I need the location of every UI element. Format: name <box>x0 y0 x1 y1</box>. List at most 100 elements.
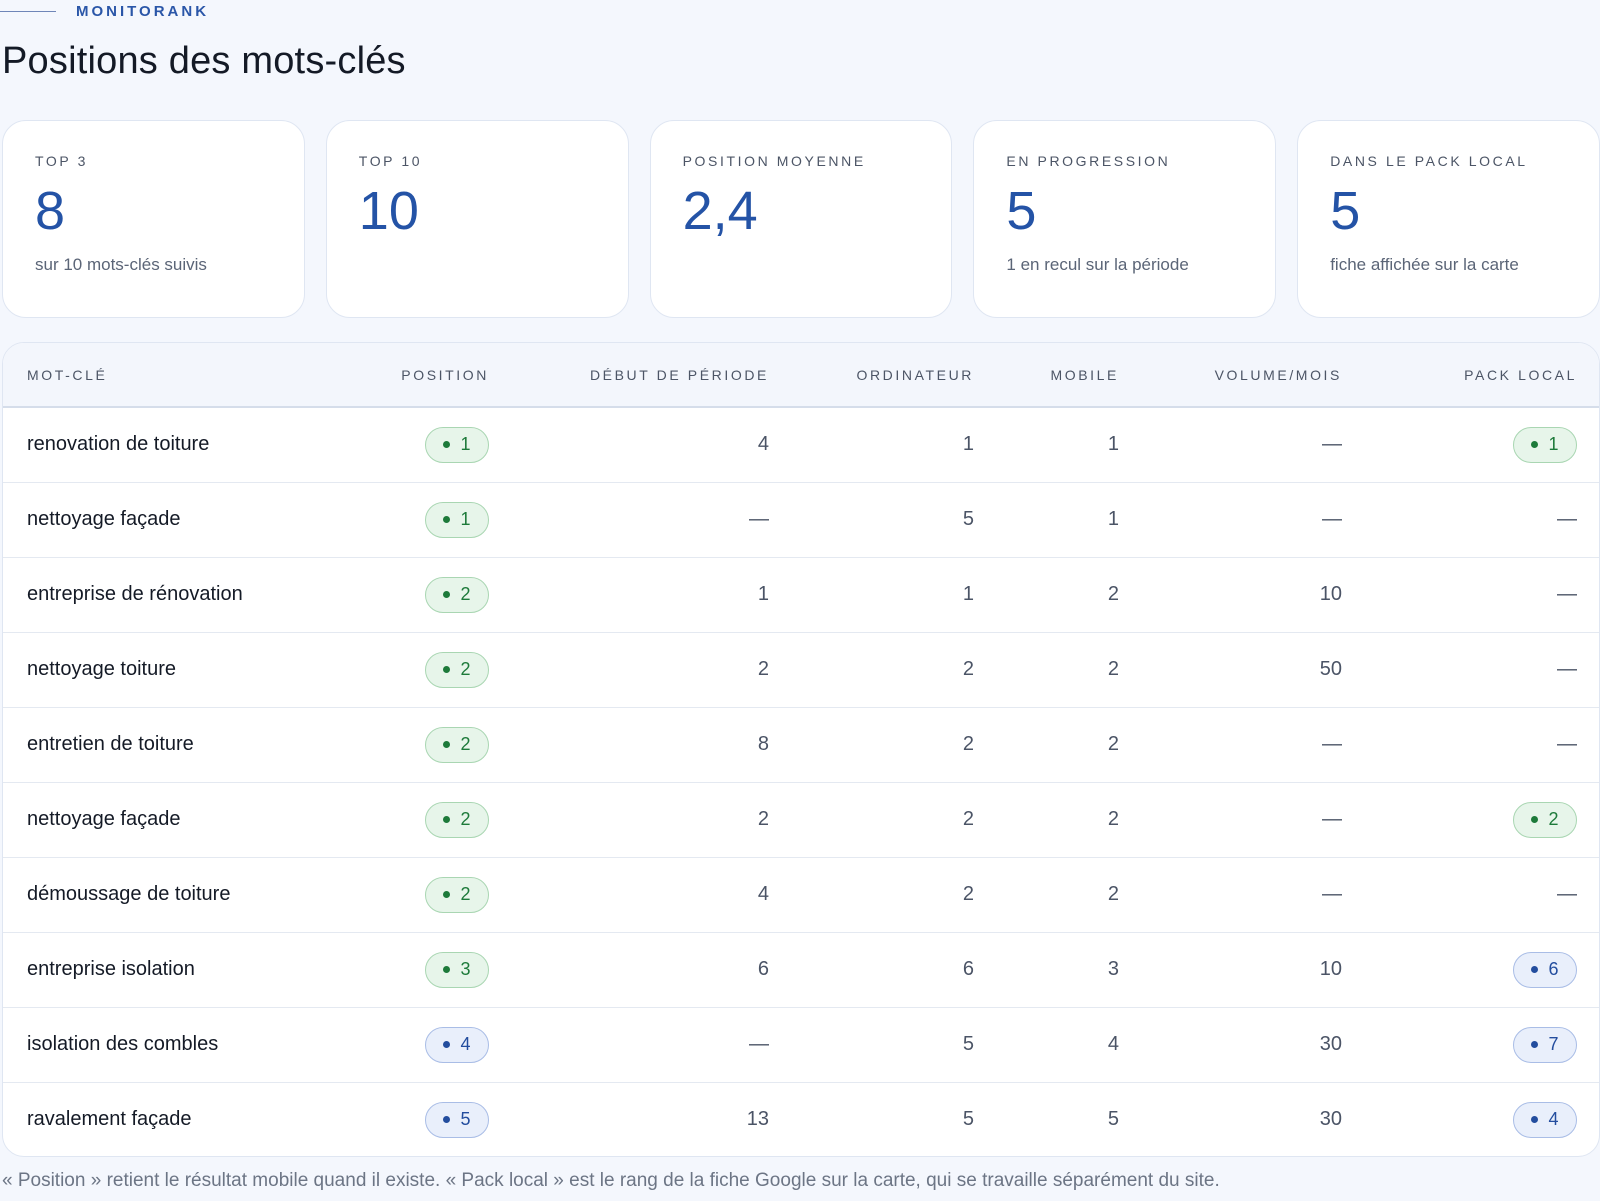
stat-value: 2,4 <box>682 181 758 241</box>
table-row[interactable]: entreprise isolation 3 6 6 3 10 6 <box>3 932 1599 1007</box>
status-dot-icon <box>443 966 451 973</box>
table-row[interactable]: nettoyage toiture 2 2 2 2 50 — <box>3 632 1599 707</box>
stat-label: EN PROGRESSION <box>1006 153 1171 169</box>
col-header-mobile[interactable]: MOBILE <box>998 343 1143 407</box>
table-row[interactable]: renovation de toiture 1 4 1 1 — 1 <box>3 407 1599 482</box>
position-value: 1 <box>460 434 471 455</box>
position-badge: 5 <box>425 1101 489 1138</box>
pack-local-cell: — <box>1366 707 1599 782</box>
table-row[interactable]: isolation des combles 4 — 5 4 30 7 <box>3 1007 1599 1082</box>
stat-caption: 1 en recul sur la période <box>1006 255 1189 274</box>
col-header-position[interactable]: POSITION <box>303 343 513 407</box>
position-badge: 1 <box>425 501 489 538</box>
status-dot-icon <box>443 891 451 898</box>
keyword-cell: renovation de toiture <box>27 433 210 456</box>
status-dot-icon <box>443 441 451 449</box>
table-row[interactable]: entreprise de rénovation 2 1 1 2 10 — <box>3 557 1599 632</box>
start-cell: 8 <box>757 733 769 755</box>
position-badge: 1 <box>425 426 489 463</box>
mobile-cell: 4 <box>1107 1033 1119 1055</box>
pack-local-cell: — <box>1366 857 1599 932</box>
brand-name: MONITORANK <box>76 2 210 20</box>
col-header-volume[interactable]: VOLUME/MOIS <box>1143 343 1366 407</box>
pack-local-empty: — <box>1557 883 1577 905</box>
stat-card: TOP 3 8 sur 10 mots-clés suivis <box>2 120 305 318</box>
volume-cell: — <box>1322 808 1342 830</box>
position-badge: 2 <box>425 576 489 613</box>
table-row[interactable]: nettoyage façade 2 2 2 2 — 2 <box>3 782 1599 857</box>
status-dot-icon <box>443 1041 451 1048</box>
stat-label: TOP 10 <box>358 153 423 169</box>
stat-card: TOP 10 10 <box>325 120 629 318</box>
mobile-cell: 2 <box>1107 733 1119 755</box>
position-badge: 4 <box>425 1026 489 1063</box>
pack-local-cell: 4 <box>1366 1082 1599 1156</box>
pack-local-empty: — <box>1557 733 1577 755</box>
col-header-pack-local[interactable]: PACK LOCAL <box>1366 343 1599 407</box>
keyword-cell: démoussage de toiture <box>27 883 231 905</box>
stat-card: EN PROGRESSION 5 1 en recul sur la période <box>973 120 1277 318</box>
start-cell: 2 <box>757 658 769 680</box>
mobile-cell: 2 <box>1107 658 1119 680</box>
table-row[interactable]: ravalement façade 5 13 5 5 30 4 <box>3 1082 1599 1156</box>
position-value: 5 <box>460 1109 471 1130</box>
stat-value: 10 <box>358 181 419 241</box>
pack-local-value: 4 <box>1548 1109 1559 1130</box>
keyword-cell: entreprise isolation <box>27 958 195 980</box>
pack-local-value: 2 <box>1548 809 1559 829</box>
status-dot-icon <box>1531 441 1539 449</box>
brand-header: MONITORANK <box>0 0 209 22</box>
keyword-table-card: MOT-CLÉ POSITION DÉBUT DE PÉRIODE ORDINA… <box>2 342 1600 1157</box>
pack-local-value: 1 <box>1548 434 1559 455</box>
position-cell: 2 <box>303 857 513 932</box>
position-value: 2 <box>460 734 471 754</box>
status-dot-icon <box>443 591 451 598</box>
col-header-start[interactable]: DÉBUT DE PÉRIODE <box>513 343 793 407</box>
mobile-cell: 1 <box>1107 508 1119 530</box>
keyword-cell: isolation des combles <box>27 1033 219 1055</box>
pack-local-cell: 1 <box>1366 407 1599 482</box>
position-badge: 2 <box>425 876 489 913</box>
keyword-table: MOT-CLÉ POSITION DÉBUT DE PÉRIODE ORDINA… <box>3 343 1599 1156</box>
status-dot-icon <box>443 816 451 823</box>
position-value: 2 <box>460 809 471 829</box>
volume-cell: — <box>1322 433 1342 456</box>
volume-cell: — <box>1322 733 1342 755</box>
volume-cell: 10 <box>1319 958 1342 980</box>
keyword-cell: nettoyage façade <box>27 808 181 830</box>
col-header-keyword[interactable]: MOT-CLÉ <box>3 343 303 407</box>
desktop-cell: 6 <box>962 958 974 980</box>
position-badge: 2 <box>425 726 489 763</box>
stats-row: TOP 3 8 sur 10 mots-clés suivis TOP 10 10 POS… <box>2 120 1600 318</box>
stat-caption: fiche affichée sur la carte <box>1330 255 1519 274</box>
table-row[interactable]: démoussage de toiture 2 4 2 2 — — <box>3 857 1599 932</box>
stat-label: DANS LE PACK LOCAL <box>1330 153 1528 169</box>
desktop-cell: 2 <box>962 808 974 830</box>
table-row[interactable]: entretien de toiture 2 8 2 2 — — <box>3 707 1599 782</box>
position-value: 4 <box>460 1034 471 1054</box>
desktop-cell: 2 <box>962 658 974 680</box>
desktop-cell: 2 <box>962 883 974 905</box>
status-dot-icon <box>1531 1116 1539 1124</box>
start-cell: 4 <box>757 433 769 456</box>
volume-cell: — <box>1322 508 1342 530</box>
pack-local-badge: 2 <box>1513 801 1577 838</box>
col-header-desktop[interactable]: ORDINATEUR <box>793 343 998 407</box>
status-dot-icon <box>1531 816 1539 823</box>
position-cell: 4 <box>303 1007 513 1082</box>
status-dot-icon <box>443 741 451 748</box>
pack-local-cell: — <box>1366 557 1599 632</box>
stat-label: POSITION MOYENNE <box>682 153 866 169</box>
keyword-cell: entreprise de rénovation <box>27 583 243 605</box>
position-cell: 2 <box>303 782 513 857</box>
stat-card: DANS LE PACK LOCAL 5 fiche affichée sur la… <box>1297 120 1600 318</box>
stat-caption: sur 10 mots-clés suivis <box>35 255 207 274</box>
pack-local-value: 6 <box>1548 959 1559 979</box>
keyword-cell: nettoyage façade <box>27 508 181 530</box>
stat-value: 5 <box>1006 181 1037 241</box>
page-title: Positions des mots-clés <box>2 40 406 82</box>
pack-local-cell: 7 <box>1366 1007 1599 1082</box>
pack-local-empty: — <box>1557 583 1577 605</box>
volume-cell: 10 <box>1319 583 1342 605</box>
table-row[interactable]: nettoyage façade 1 — 5 1 — — <box>3 482 1599 557</box>
